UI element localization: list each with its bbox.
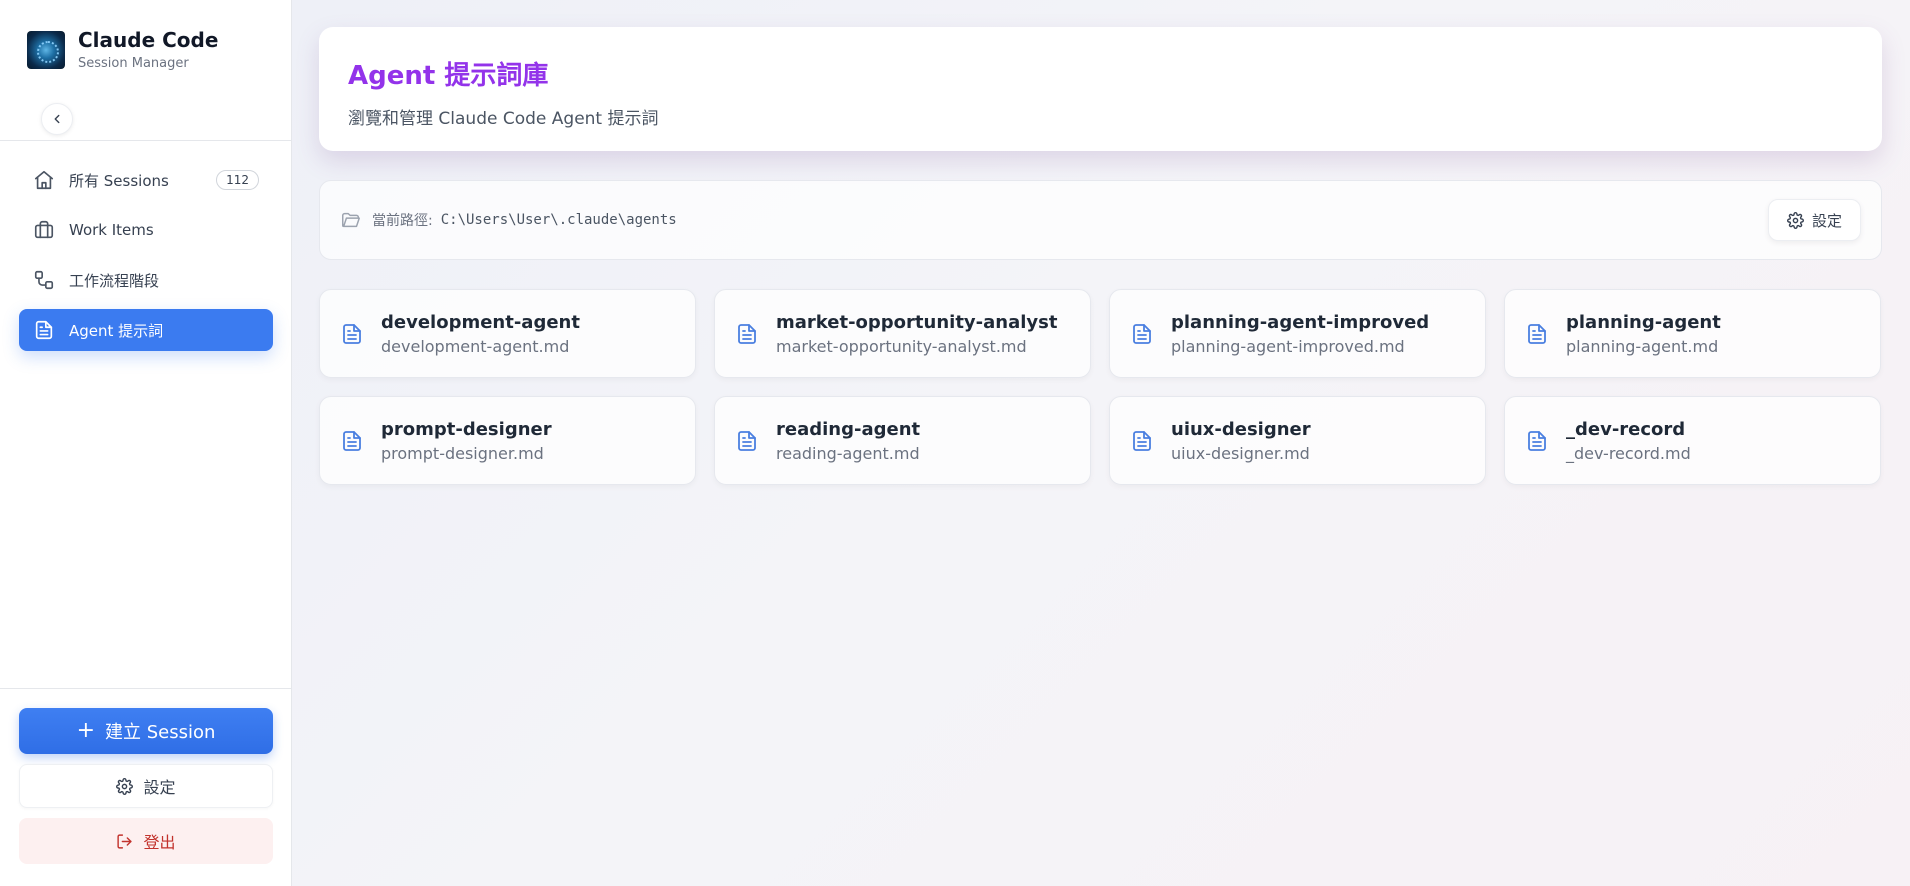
agent-card[interactable]: planning-agent planning-agent.md — [1504, 289, 1881, 378]
agent-filename: planning-agent-improved.md — [1171, 336, 1405, 356]
logout-icon — [117, 833, 133, 849]
agent-card[interactable]: reading-agent reading-agent.md — [714, 396, 1091, 485]
agent-card[interactable]: uiux-designer uiux-designer.md — [1109, 396, 1486, 485]
sidebar-item-agent-prompts[interactable]: Agent 提示詞 — [19, 309, 273, 351]
gear-icon — [116, 777, 134, 795]
collapse-sidebar-button[interactable] — [41, 103, 73, 135]
agent-name: planning-agent — [1566, 311, 1721, 333]
logout-button[interactable]: 登出 — [19, 818, 273, 864]
sidebar: Claude Code Session Manager 所有 Sessions … — [0, 0, 292, 886]
main-content: Agent 提示詞庫 瀏覽和管理 Claude Code Agent 提示詞 當… — [292, 0, 1910, 886]
gear-icon — [1787, 211, 1804, 229]
brand[interactable]: Claude Code Session Manager — [0, 0, 291, 71]
page-title: Agent 提示詞庫 — [348, 61, 549, 91]
sidebar-divider — [0, 140, 291, 141]
page-subtitle: 瀏覽和管理 Claude Code Agent 提示詞 — [348, 109, 659, 129]
sidebar-item-label: Agent 提示詞 — [69, 321, 164, 340]
file-icon — [1130, 426, 1154, 456]
briefcase-icon — [33, 219, 55, 241]
sidebar-item-label: Work Items — [69, 221, 154, 239]
agent-filename: market-opportunity-analyst.md — [776, 336, 1027, 356]
agent-filename: uiux-designer.md — [1171, 443, 1310, 463]
path-settings-button[interactable]: 設定 — [1767, 199, 1861, 241]
file-icon — [735, 426, 759, 456]
sidebar-actions: + 建立 Session 設定 登出 — [0, 688, 291, 864]
agent-name: _dev-record — [1566, 418, 1686, 440]
agent-name: planning-agent-improved — [1171, 311, 1430, 333]
app-logo-icon — [27, 30, 65, 69]
agent-card[interactable]: development-agent development-agent.md — [319, 289, 696, 378]
agent-card[interactable]: planning-agent-improved planning-agent-im… — [1109, 289, 1486, 378]
agent-card[interactable]: _dev-record _dev-record.md — [1504, 396, 1881, 485]
agent-card[interactable]: market-opportunity-analyst market-opportu… — [714, 289, 1091, 378]
sidebar-nav: 所有 Sessions 112 Work Items 工作流程階段 Agent — [19, 159, 273, 359]
sidebar-item-all-sessions[interactable]: 所有 Sessions 112 — [19, 159, 273, 201]
path-bar: 當前路徑: C:\Users\User\.claude\agents 設定 — [319, 180, 1882, 260]
agent-filename: development-agent.md — [381, 336, 570, 356]
file-icon — [735, 319, 759, 349]
sidebar-item-work-items[interactable]: Work Items — [19, 209, 273, 251]
agent-name: prompt-designer — [381, 418, 552, 440]
agent-name: uiux-designer — [1171, 418, 1311, 440]
agent-grid: development-agent development-agent.md ma… — [319, 289, 1882, 485]
agent-name: reading-agent — [776, 418, 921, 440]
agent-filename: reading-agent.md — [776, 443, 920, 463]
workflow-icon — [33, 269, 55, 291]
folder-open-icon — [342, 212, 360, 228]
agent-name: market-opportunity-analyst — [776, 311, 1058, 333]
agent-filename: planning-agent.md — [1566, 336, 1719, 356]
brand-subtitle: Session Manager — [78, 56, 189, 71]
agent-name: development-agent — [381, 311, 580, 333]
create-session-button[interactable]: + 建立 Session — [19, 708, 273, 754]
brand-title: Claude Code — [78, 28, 219, 52]
file-icon — [1130, 319, 1154, 349]
settings-button[interactable]: 設定 — [19, 764, 273, 808]
session-count-badge: 112 — [216, 170, 259, 190]
file-icon — [340, 426, 364, 456]
sidebar-item-label: 工作流程階段 — [69, 271, 160, 290]
sidebar-item-label: 所有 Sessions — [69, 171, 169, 190]
path-value: C:\Users\User\.claude\agents — [440, 212, 677, 228]
file-icon — [1525, 319, 1549, 349]
app-root: Claude Code Session Manager 所有 Sessions … — [0, 0, 1910, 886]
page-header: Agent 提示詞庫 瀏覽和管理 Claude Code Agent 提示詞 — [319, 27, 1882, 151]
sidebar-item-workflow-stages[interactable]: 工作流程階段 — [19, 259, 273, 301]
chevron-left-icon — [54, 114, 60, 124]
plus-icon: + — [76, 718, 96, 743]
path-label: 當前路徑: — [372, 213, 433, 229]
agent-card[interactable]: prompt-designer prompt-designer.md — [319, 396, 696, 485]
home-icon — [33, 169, 55, 191]
agent-filename: _dev-record.md — [1566, 443, 1691, 463]
file-icon — [340, 319, 364, 349]
document-icon — [33, 319, 55, 341]
agent-filename: prompt-designer.md — [381, 443, 544, 463]
file-icon — [1525, 426, 1549, 456]
